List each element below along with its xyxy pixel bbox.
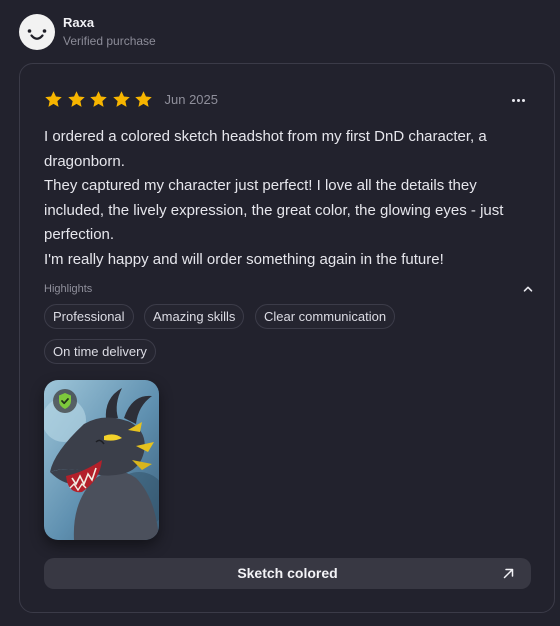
smiley-face-icon [27, 29, 47, 40]
star-rating [44, 90, 157, 109]
review-paragraph: I'm really happy and will order somethin… [44, 250, 444, 268]
review-paragraph: I ordered a colored sketch headshot from… [44, 128, 487, 170]
star-icon [45, 91, 62, 107]
reviewer-name: Raxa [63, 15, 95, 30]
more-dot-icon [517, 99, 520, 102]
rating-row: Jun 2025 [44, 90, 218, 109]
star-icon [135, 91, 152, 107]
attachment-thumbnail[interactable] [44, 380, 159, 540]
more-dot-icon [512, 99, 515, 102]
review-paragraph: They captured my character just perfect!… [44, 177, 504, 243]
highlight-chip: Clear communication [255, 304, 396, 329]
sketch-colored-button[interactable]: Sketch colored [44, 558, 531, 589]
reviewer-header: Raxa Verified purchase [19, 14, 156, 50]
star-icon [90, 91, 107, 107]
verified-shield-icon [59, 393, 71, 409]
highlights-label: Highlights [44, 283, 93, 295]
arrow-up-right-icon [503, 568, 514, 579]
highlight-chip: On time delivery [44, 339, 156, 364]
highlight-chip: Amazing skills [144, 304, 245, 329]
star-icon [112, 91, 130, 107]
avatar[interactable] [19, 14, 55, 50]
more-dot-icon [522, 99, 525, 102]
review-body: I ordered a colored sketch headshot from… [44, 125, 534, 272]
review-date: Jun 2025 [164, 92, 219, 107]
star-icon [67, 91, 85, 107]
verified-badge [53, 389, 77, 413]
review-card: Jun 2025 I ordered a colored sketch head… [19, 63, 555, 613]
more-options-button[interactable] [510, 92, 532, 108]
chevron-up-icon[interactable] [521, 282, 535, 296]
highlight-chip: Professional [44, 304, 134, 329]
verified-purchase-label: Verified purchase [63, 34, 156, 48]
sketch-colored-label: Sketch colored [237, 565, 338, 581]
